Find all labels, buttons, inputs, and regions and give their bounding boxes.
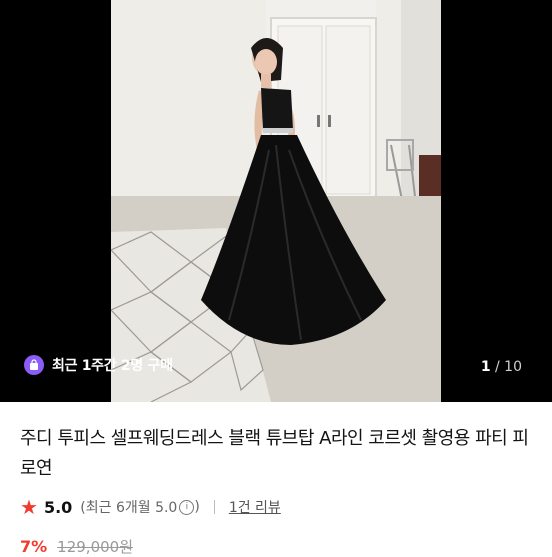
original-price: 129,000원 <box>57 538 134 556</box>
product-image-gallery[interactable]: 최근 1주간 2명 구매 1 / 10 <box>0 0 552 402</box>
review-link[interactable]: 1건 리뷰 <box>229 497 281 517</box>
rating-score: 5.0 <box>43 497 73 517</box>
dress-photo-illustration <box>111 0 441 402</box>
recent-purchase-badge: 최근 1주간 2명 구매 <box>24 355 173 375</box>
shopping-bag-icon <box>24 355 44 375</box>
recent-rating-close: ) <box>194 499 200 515</box>
recent-rating-text: (최근 6개월 5.0 <box>80 500 178 516</box>
image-total: / 10 <box>495 359 522 375</box>
recent-purchase-text: 최근 1주간 2명 구매 <box>52 358 173 374</box>
star-icon: ★ <box>20 495 38 519</box>
product-photo[interactable] <box>111 0 441 402</box>
recent-rating: (최근 6개월 5.0 i ) <box>80 497 200 517</box>
image-counter: 1 / 10 <box>481 359 522 375</box>
discount-rate: 7% <box>20 537 48 556</box>
divider <box>213 500 215 514</box>
info-icon[interactable]: i <box>179 499 195 515</box>
product-title: 주디 투피스 셀프웨딩드레스 블랙 튜브탑 A라인 코르셋 촬영용 파티 피로연 <box>20 428 529 479</box>
price-row: 7% 129,000원 <box>20 536 133 557</box>
rating-row: ★ 5.0 (최근 6개월 5.0 i ) 1건 리뷰 <box>20 497 281 517</box>
image-current-index: 1 <box>480 359 491 375</box>
